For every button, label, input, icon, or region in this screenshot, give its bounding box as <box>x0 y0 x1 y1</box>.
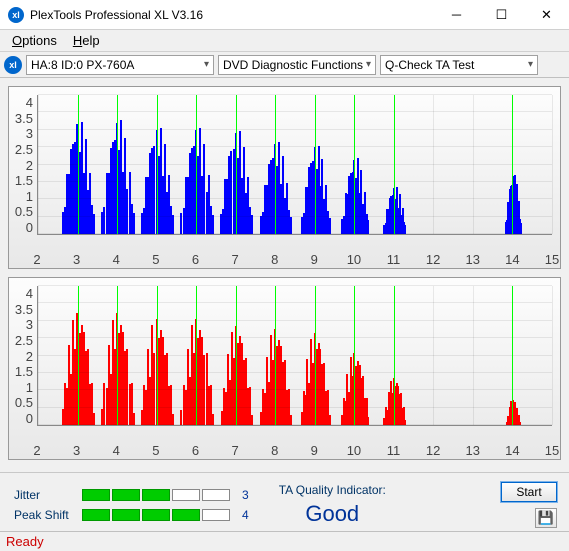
window-title: PlexTools Professional XL V3.16 <box>30 8 434 22</box>
menu-bar: Options Help <box>0 30 569 52</box>
close-button[interactable]: ✕ <box>524 0 569 30</box>
peakshift-label: Peak Shift <box>14 508 74 522</box>
metrics: Jitter 3 Peak Shift 4 <box>14 488 249 522</box>
test-select[interactable]: Q-Check TA Test <box>380 55 538 75</box>
peakshift-row: Peak Shift 4 <box>14 508 249 522</box>
plot-top <box>37 95 552 235</box>
quality-value: Good <box>279 501 386 527</box>
jitter-row: Jitter 3 <box>14 488 249 502</box>
floppy-icon: 💾 <box>538 510 554 526</box>
jitter-segments <box>82 489 230 501</box>
yaxis-bottom: 43.532.521.510.50 <box>13 286 37 426</box>
category-select[interactable]: DVD Diagnostic Functions <box>218 55 376 75</box>
chart-top: 43.532.521.510.50 23456789101112131415 <box>8 86 561 269</box>
toolbar: xl HA:8 ID:0 PX-760A DVD Diagnostic Func… <box>0 52 569 78</box>
maximize-button[interactable]: ☐ <box>479 0 524 30</box>
menu-options[interactable]: Options <box>4 31 65 50</box>
quality-label: TA Quality Indicator: <box>279 483 386 497</box>
bottom-panel: Jitter 3 Peak Shift 4 TA Quality Indicat… <box>0 472 569 534</box>
yaxis-top: 43.532.521.510.50 <box>13 95 37 235</box>
device-icon: xl <box>4 56 22 74</box>
quality-indicator: TA Quality Indicator: Good <box>279 483 386 527</box>
chart-area: 43.532.521.510.50 23456789101112131415 4… <box>0 78 569 472</box>
status-bar: Ready <box>0 531 569 551</box>
device-select[interactable]: HA:8 ID:0 PX-760A <box>26 55 214 75</box>
xaxis-top: 23456789101112131415 <box>37 250 552 264</box>
menu-help[interactable]: Help <box>65 31 108 50</box>
jitter-value: 3 <box>242 488 249 502</box>
status-text: Ready <box>6 534 44 549</box>
jitter-label: Jitter <box>14 488 74 502</box>
plot-bottom <box>37 286 552 426</box>
peakshift-value: 4 <box>242 508 249 522</box>
app-icon: xl <box>8 7 24 23</box>
chart-bottom: 43.532.521.510.50 23456789101112131415 <box>8 277 561 460</box>
peakshift-segments <box>82 509 230 521</box>
xaxis-bottom: 23456789101112131415 <box>37 441 552 455</box>
minimize-button[interactable]: ─ <box>434 0 479 30</box>
start-button[interactable]: Start <box>501 482 557 502</box>
title-bar: xl PlexTools Professional XL V3.16 ─ ☐ ✕ <box>0 0 569 30</box>
save-icon-button[interactable]: 💾 <box>535 508 557 528</box>
